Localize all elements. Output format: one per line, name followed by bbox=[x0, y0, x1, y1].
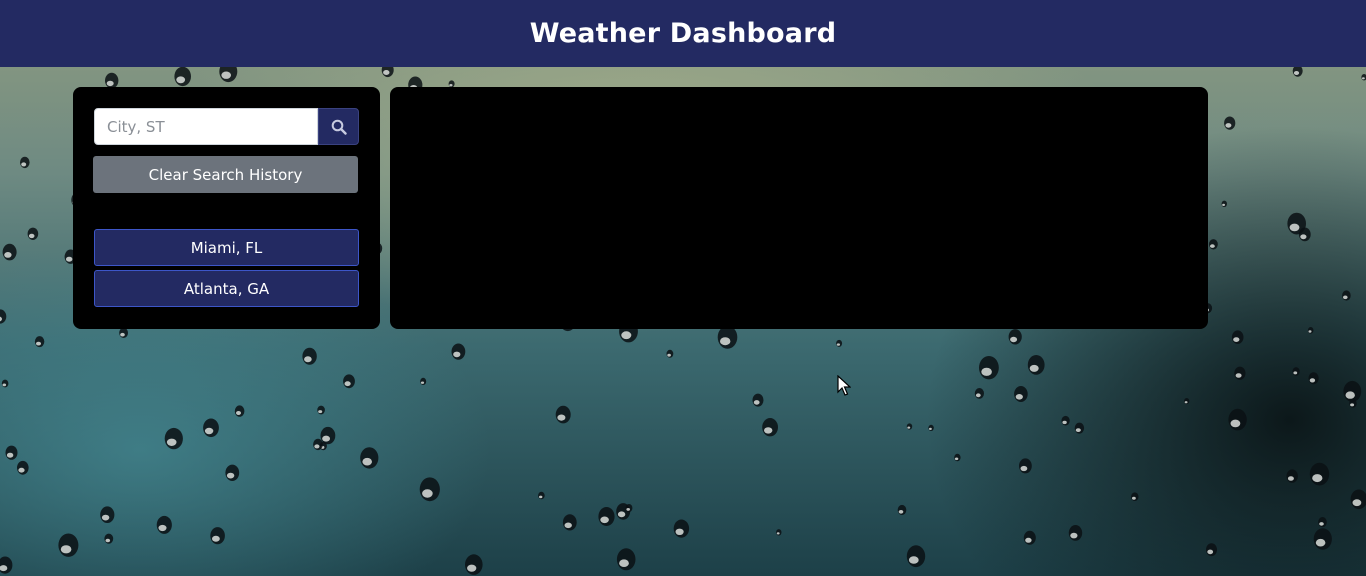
history-item-miami[interactable]: Miami, FL bbox=[94, 229, 359, 266]
search-panel: Clear Search History Miami, FL Atlanta, … bbox=[73, 87, 380, 329]
page-title: Weather Dashboard bbox=[529, 18, 837, 49]
clear-search-history-button[interactable]: Clear Search History bbox=[93, 156, 358, 193]
search-icon bbox=[331, 119, 347, 135]
top-bar: Weather Dashboard bbox=[0, 0, 1366, 67]
search-button[interactable] bbox=[318, 108, 359, 145]
city-search-input[interactable] bbox=[94, 108, 318, 145]
history-item-atlanta[interactable]: Atlanta, GA bbox=[94, 270, 359, 307]
search-form bbox=[94, 108, 359, 145]
search-history-list: Miami, FL Atlanta, GA bbox=[94, 229, 359, 311]
mouse-pointer-icon bbox=[837, 375, 851, 396]
weather-display-panel bbox=[390, 87, 1208, 329]
